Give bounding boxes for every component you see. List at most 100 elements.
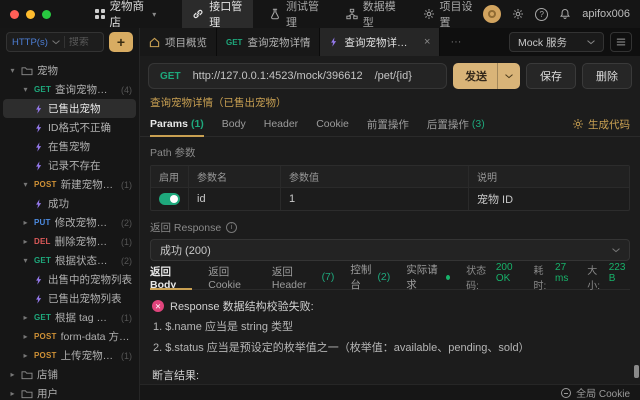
tree-item-label: 修改宠物信息 xyxy=(55,215,117,230)
caret-right-icon[interactable]: ▸ xyxy=(21,313,30,322)
caret-right-icon[interactable]: ▸ xyxy=(21,237,30,246)
chevron-down-icon xyxy=(587,40,595,45)
request-tab[interactable]: Cookie xyxy=(316,112,349,136)
request-tab[interactable]: 后置操作(3) xyxy=(427,112,485,136)
caret-right-icon[interactable]: ▸ xyxy=(21,351,30,360)
close-icon[interactable]: × xyxy=(424,36,430,48)
response-tab-label: 返回 Header xyxy=(272,264,319,291)
enabled-toggle[interactable] xyxy=(159,193,180,205)
model-icon xyxy=(346,8,358,20)
delete-button[interactable]: 删除 xyxy=(582,63,632,89)
bolt-icon xyxy=(34,123,44,133)
response-tab[interactable]: 返回 Body xyxy=(150,265,192,289)
response-tab-count: (7) xyxy=(322,271,335,283)
tree-folder[interactable]: ▸用户 xyxy=(3,384,136,400)
nav-item-label: 项目设置 xyxy=(440,0,474,30)
tree-item-label: 出售中的宠物列表 xyxy=(48,272,132,287)
tree-item-label: 新建宠物信息 xyxy=(61,177,117,192)
help-icon[interactable]: ? xyxy=(535,8,548,21)
tab-more-button[interactable]: ··· xyxy=(440,28,471,56)
request-tab[interactable]: Header xyxy=(264,112,298,136)
tree-endpoint[interactable]: ▸POST上传宠物图片(1) xyxy=(3,346,136,365)
request-tab[interactable]: Body xyxy=(222,112,246,136)
notifications-bell-icon[interactable] xyxy=(559,8,571,20)
request-url-box[interactable]: GET http://127.0.0.1:4523/mock/396612 /p… xyxy=(148,63,447,89)
link-icon xyxy=(192,8,204,20)
request-tab-label: Header xyxy=(264,118,298,130)
caret-right-icon[interactable]: ▸ xyxy=(8,370,17,379)
add-api-button[interactable]: + xyxy=(109,32,133,52)
scrollbar-thumb[interactable] xyxy=(634,365,639,378)
tree-endpoint[interactable]: ▸POSTform-data 方式更新宠物信... xyxy=(3,327,136,346)
response-case-select[interactable]: 成功 (200) xyxy=(150,239,630,261)
response-tab[interactable]: 返回 Header(7) xyxy=(272,265,334,289)
tree-case[interactable]: 在售宠物 xyxy=(3,137,136,156)
method-badge: PUT xyxy=(34,218,51,227)
response-tab[interactable]: 实际请求 xyxy=(406,265,450,289)
send-options-chevron-icon[interactable] xyxy=(497,63,520,89)
tree-case[interactable]: 出售中的宠物列表 xyxy=(3,270,136,289)
tree-case[interactable]: 已售出宠物列表 xyxy=(3,289,136,308)
tree-folder[interactable]: ▸店铺 xyxy=(3,365,136,384)
param-description-cell[interactable]: 宠物 ID xyxy=(469,187,629,210)
minimize-window-button[interactable] xyxy=(26,10,35,19)
chevron-down-icon: ▾ xyxy=(152,10,156,19)
cookie-icon xyxy=(561,388,571,398)
save-button[interactable]: 保存 xyxy=(526,63,576,89)
caret-right-icon[interactable]: ▸ xyxy=(21,218,30,227)
response-tab[interactable]: 返回 Cookie xyxy=(208,265,256,289)
document-tab[interactable]: 项目概览 xyxy=(140,28,217,56)
tree-endpoint[interactable]: ▸GET根据 tag 查找宠物列表(1) xyxy=(3,308,136,327)
generate-code-button[interactable]: 生成代码 xyxy=(572,117,630,132)
document-tab[interactable]: GET查询宠物详情 xyxy=(217,28,320,56)
table-row: id1宠物 ID xyxy=(151,187,629,210)
caret-down-icon[interactable]: ▾ xyxy=(21,85,30,94)
tab-list-button[interactable] xyxy=(610,32,632,52)
search-input[interactable] xyxy=(69,37,98,48)
tree-case[interactable]: 成功 xyxy=(3,194,136,213)
tree-endpoint[interactable]: ▾POST新建宠物信息(1) xyxy=(3,175,136,194)
method-badge: GET xyxy=(34,313,51,322)
caret-down-icon[interactable]: ▾ xyxy=(21,256,30,265)
tree-folder[interactable]: ▾宠物 xyxy=(3,61,136,80)
method-badge: GET xyxy=(34,85,51,94)
tree-case[interactable]: 记录不存在 xyxy=(3,156,136,175)
avatar[interactable] xyxy=(483,5,501,23)
tree-case[interactable]: 已售出宠物 xyxy=(3,99,136,118)
document-tab[interactable]: 查询宠物详情 (已...× xyxy=(320,28,440,56)
request-tab[interactable]: 前置操作 xyxy=(367,112,409,136)
bolt-icon xyxy=(34,275,44,285)
param-value-cell[interactable]: 1 xyxy=(281,187,469,210)
response-tab-count: (2) xyxy=(377,271,390,283)
response-meta: 状态码:200 OK 耗时:27 ms 大小:223 B xyxy=(466,262,630,292)
send-button[interactable]: 发送 xyxy=(453,63,520,89)
folder-icon xyxy=(21,370,33,380)
request-tab-count: (3) xyxy=(472,118,485,130)
column-header: 说明 xyxy=(469,166,629,187)
tree-endpoint[interactable]: ▸DEL删除宠物信息(1) xyxy=(3,232,136,251)
tree-endpoint[interactable]: ▾GET查询宠物详情(4) xyxy=(3,80,136,99)
settings-gear-icon[interactable] xyxy=(512,8,524,20)
caret-right-icon[interactable]: ▸ xyxy=(21,332,30,341)
tree-endpoint[interactable]: ▾GET根据状态查找宠物列表(2) xyxy=(3,251,136,270)
response-size: 大小:223 B xyxy=(587,262,630,292)
caret-down-icon[interactable]: ▾ xyxy=(8,66,17,75)
project-switcher[interactable]: 宠物商店 ▾ xyxy=(95,0,156,30)
response-tab[interactable]: 控制台(2) xyxy=(350,265,390,289)
close-window-button[interactable] xyxy=(10,10,19,19)
tree-item-label: 根据状态查找宠物列表 xyxy=(55,253,117,268)
param-name-cell[interactable]: id xyxy=(189,187,281,210)
protocol-select[interactable]: HTTP(s) xyxy=(12,37,48,48)
tree-item-label: 上传宠物图片 xyxy=(61,348,117,363)
maximize-window-button[interactable] xyxy=(42,10,51,19)
request-tab[interactable]: Params(1) xyxy=(150,112,204,136)
global-cookie-label[interactable]: 全局 Cookie xyxy=(576,385,630,400)
caret-down-icon[interactable]: ▾ xyxy=(21,180,30,189)
response-case-selected: 成功 (200) xyxy=(160,242,211,258)
flask-icon xyxy=(269,8,281,20)
method-badge: POST xyxy=(34,332,57,341)
mock-service-select[interactable]: Mock 服务 xyxy=(509,32,604,52)
caret-right-icon[interactable]: ▸ xyxy=(8,389,17,398)
tree-case[interactable]: ID格式不正确 xyxy=(3,118,136,137)
tree-endpoint[interactable]: ▸PUT修改宠物信息(2) xyxy=(3,213,136,232)
